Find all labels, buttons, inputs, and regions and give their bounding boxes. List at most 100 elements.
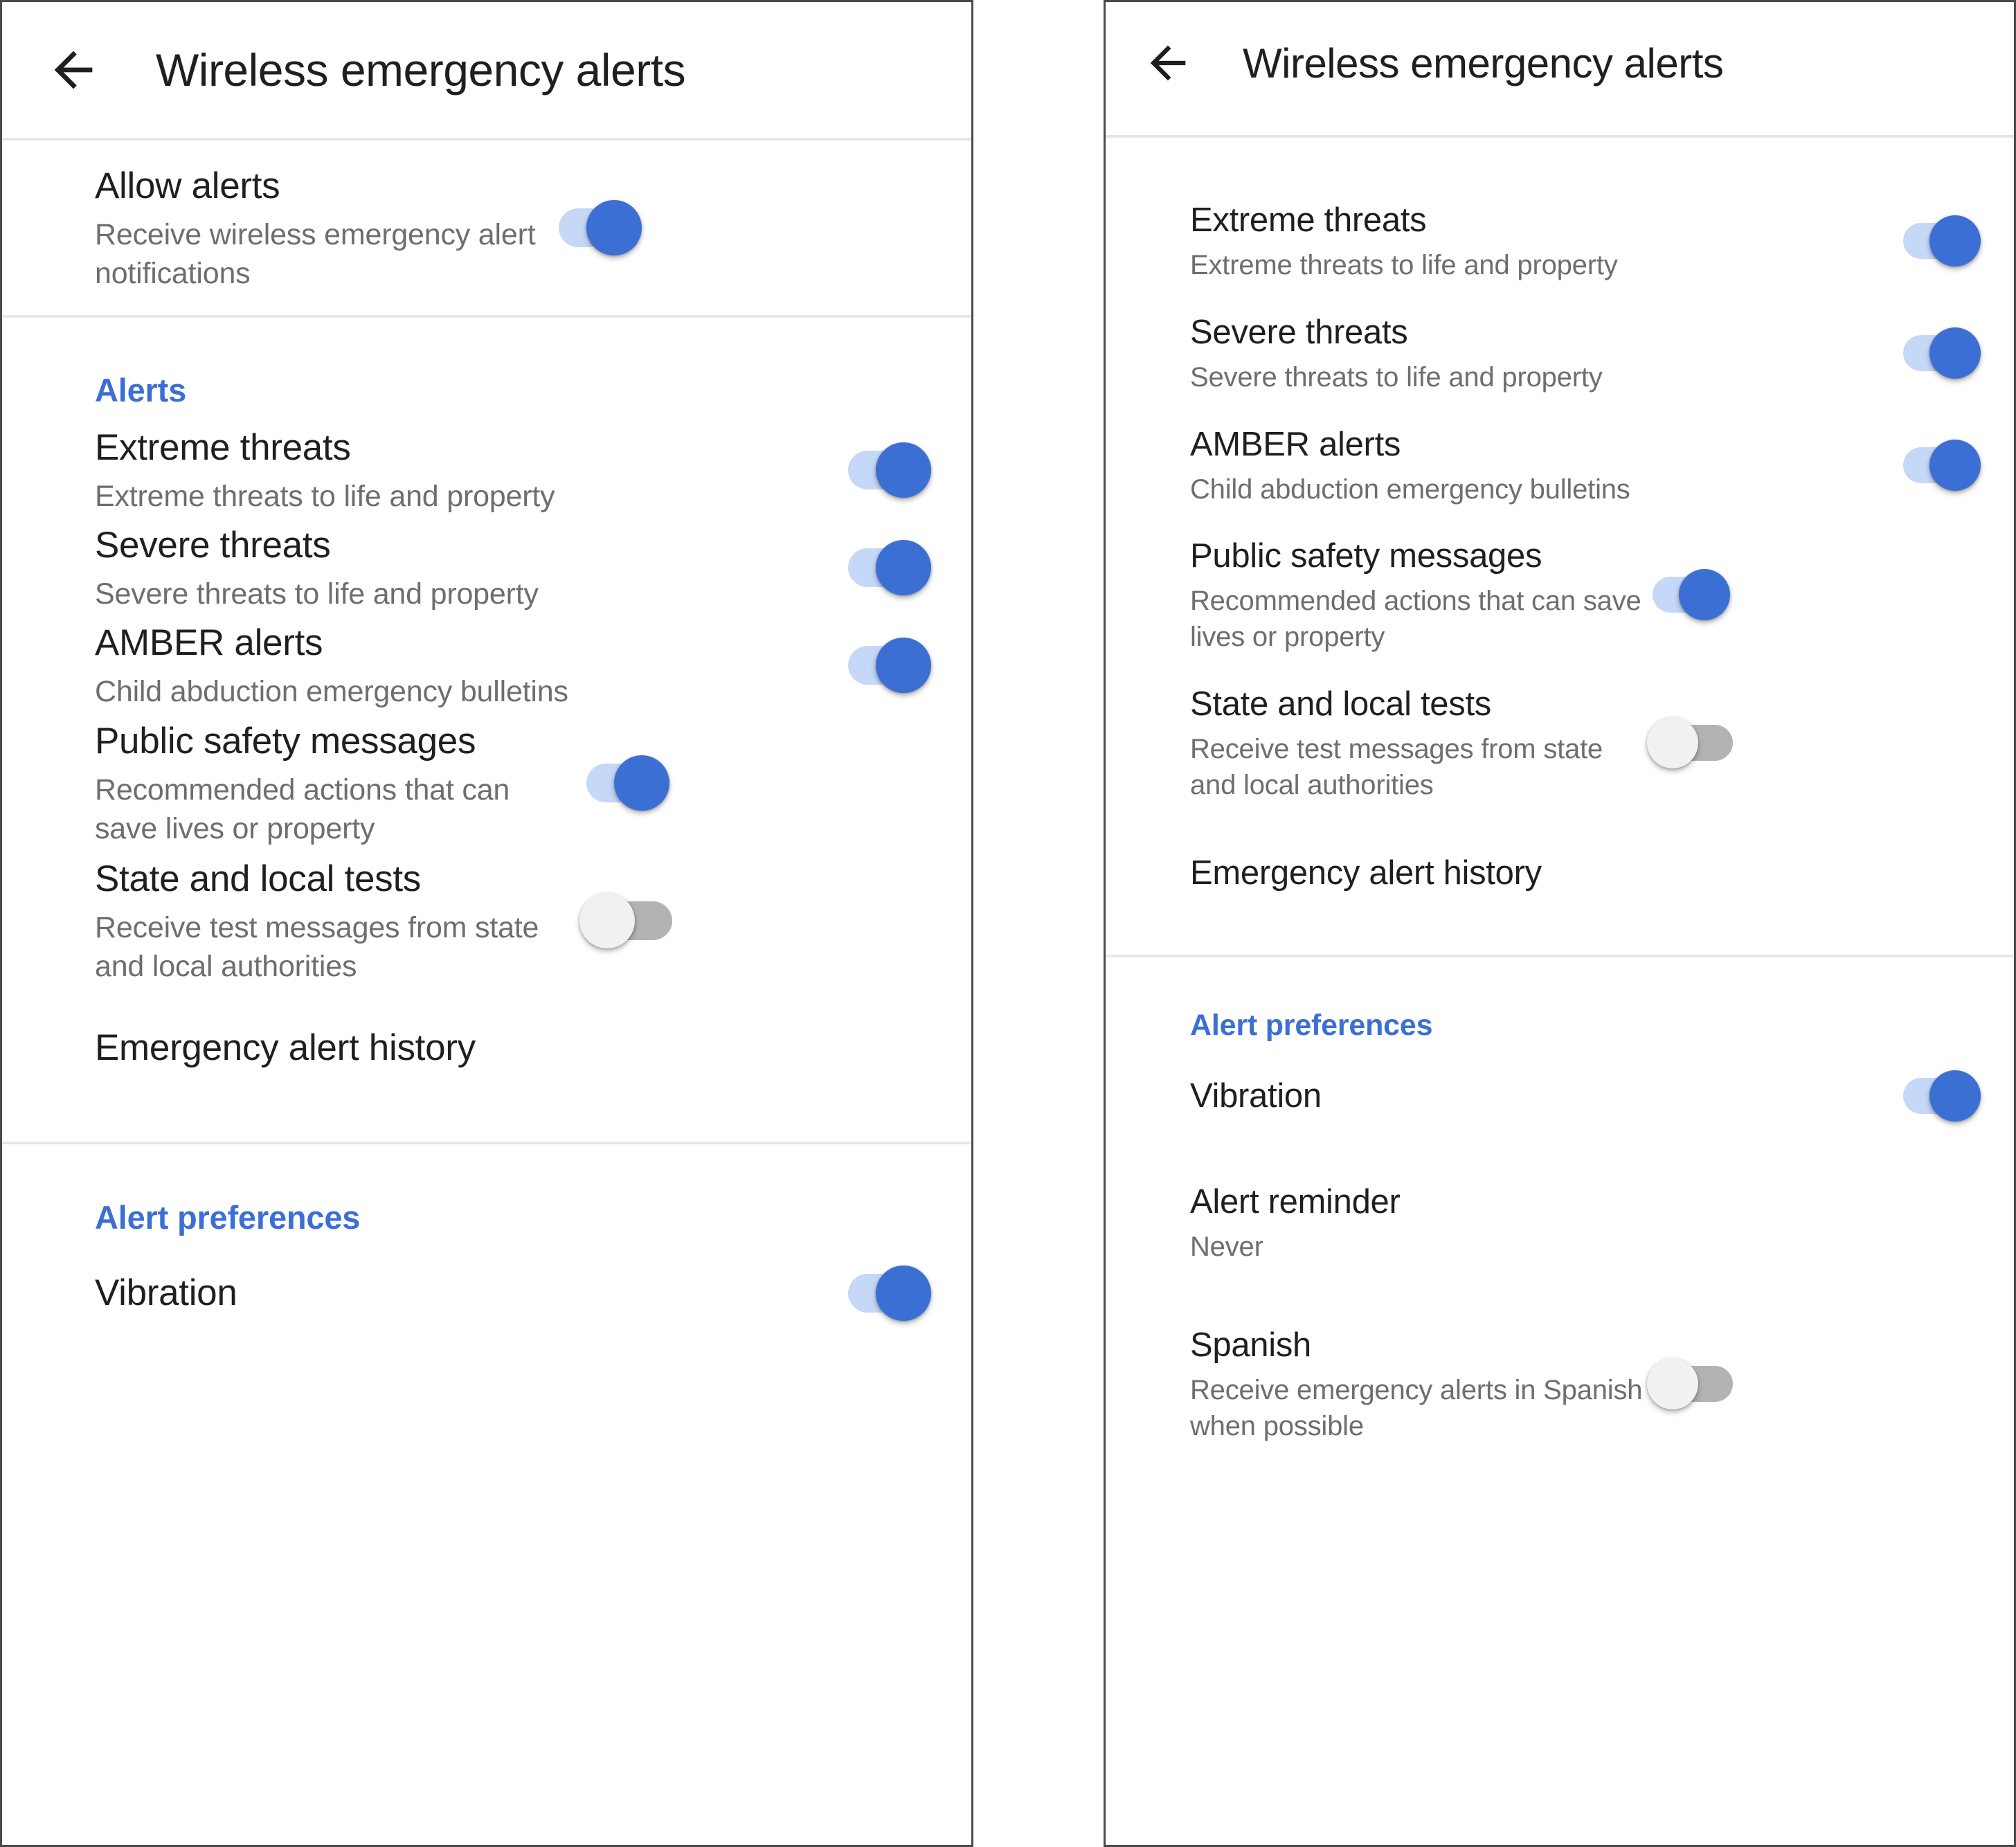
list-item-text: Allow alerts Receive wireless emergency …	[95, 163, 552, 293]
list-item-subtitle: Extreme threats to life and property	[1190, 250, 1618, 280]
list-item[interactable]: AMBER alerts Child abduction emergency b…	[1106, 413, 2014, 517]
list-item-text: Vibration	[95, 1270, 841, 1317]
list-item-text: Spanish Receive emergency alerts in Span…	[1190, 1324, 1647, 1444]
list-item-text: Alert reminder Never	[1190, 1180, 1981, 1265]
list-item[interactable]: Severe threats Severe threats to life an…	[2, 519, 971, 616]
toggle-amber-alerts[interactable]	[1898, 438, 1981, 493]
list-item-subtitle: Receive emergency alerts in Spanish when…	[1190, 1375, 1643, 1441]
list-item[interactable]: State and local tests Receive test messa…	[2, 852, 971, 989]
toggle-amber-alerts[interactable]	[841, 636, 931, 695]
toggle-thumb	[1929, 215, 1981, 267]
list-item-subtitle: Severe threats to life and property	[1190, 362, 1603, 393]
toggle-state-local-tests[interactable]	[579, 891, 672, 950]
settings-scroll-left[interactable]: Allow alerts Receive wireless emergency …	[2, 141, 971, 1337]
list-item-text: Public safety messages Recommended actio…	[1190, 534, 1647, 655]
list-item[interactable]: Severe threats Severe threats to life an…	[1106, 301, 2014, 405]
list-item-alert-reminder[interactable]: Alert reminder Never	[1106, 1171, 2014, 1274]
toggle-thumb	[876, 540, 931, 595]
list-item-text: AMBER alerts Child abduction emergency b…	[95, 620, 841, 711]
toggle-thumb	[876, 442, 931, 498]
list-item-text: Extreme threats Extreme threats to life …	[1190, 199, 1898, 283]
list-item[interactable]: State and local tests Receive test messa…	[1106, 674, 2014, 812]
toggle-thumb	[1647, 717, 1698, 768]
list-item-title: Extreme threats	[1190, 201, 1427, 239]
list-item-title: Public safety messages	[1190, 537, 1542, 575]
list-item-emergency-alert-history[interactable]: Emergency alert history	[1106, 827, 2014, 919]
toggle-state-local-tests[interactable]	[1647, 715, 1733, 771]
toggle-vibration[interactable]	[1898, 1068, 1981, 1124]
list-item-title: AMBER alerts	[1190, 426, 1401, 463]
toggle-public-safety-messages[interactable]	[579, 753, 669, 813]
list-item-emergency-alert-history[interactable]: Emergency alert history	[2, 998, 971, 1099]
list-item-subtitle: Receive test messages from state and loc…	[95, 911, 539, 983]
list-item-text: Extreme threats Extreme threats to life …	[95, 424, 841, 516]
toggle-extreme-threats[interactable]	[841, 440, 931, 500]
list-item-text: AMBER alerts Child abduction emergency b…	[1190, 423, 1898, 507]
list-item-title: Allow alerts	[95, 165, 280, 206]
list-item-text: Severe threats Severe threats to life an…	[95, 522, 841, 613]
list-item-subtitle: Child abduction emergency bulletins	[95, 675, 568, 708]
list-item-title: Severe threats	[1190, 314, 1408, 351]
phone-screen-left: Wireless emergency alerts Allow alerts R…	[0, 0, 973, 1847]
list-item[interactable]: AMBER alerts Child abduction emergency b…	[2, 617, 971, 714]
toggle-severe-threats[interactable]	[841, 538, 931, 597]
list-item[interactable]: Vibration	[2, 1250, 971, 1337]
scrolled-off-row: Allow alerts	[1106, 124, 2014, 135]
list-item[interactable]: Allow alerts Receive wireless emergency …	[2, 141, 971, 315]
toggle-thumb	[1929, 440, 1981, 491]
list-item-title: State and local tests	[1190, 685, 1491, 723]
list-item-title: Extreme threats	[95, 427, 351, 468]
section-header-alerts: Alerts	[95, 372, 187, 408]
toggle-severe-threats[interactable]	[1898, 325, 1981, 381]
list-item-title: Public safety messages	[95, 721, 476, 762]
toggle-thumb	[586, 200, 642, 255]
app-bar-divider	[1106, 135, 2014, 138]
toggle-thumb	[1929, 327, 1981, 379]
section-header-alert-preferences: Alert preferences	[1190, 1009, 1433, 1042]
list-item-subtitle: Recommended actions that can save lives …	[1190, 586, 1641, 652]
toggle-thumb	[1679, 569, 1730, 620]
list-item-subtitle: Child abduction emergency bulletins	[1190, 474, 1630, 505]
list-item-text: Vibration	[1190, 1074, 1898, 1117]
list-item-subtitle: Severe threats to life and property	[95, 577, 539, 611]
section-header-alert-preferences: Alert preferences	[95, 1199, 361, 1236]
list-item-text: State and local tests Receive test messa…	[1190, 683, 1647, 803]
toggle-thumb	[876, 638, 931, 693]
scrolled-off-row-text: Allow alerts	[1190, 124, 1364, 131]
toggle-allow-alerts[interactable]	[552, 198, 642, 258]
list-item[interactable]: Spanish Receive emergency alerts in Span…	[1106, 1315, 2014, 1453]
toggle-public-safety-messages[interactable]	[1647, 567, 1730, 622]
list-item-title: Vibration	[1190, 1077, 1322, 1115]
list-item-title: AMBER alerts	[95, 622, 323, 663]
screenshot-stage: Wireless emergency alerts Allow alerts R…	[0, 0, 2016, 1847]
toggle-extreme-threats[interactable]	[1898, 213, 1981, 269]
list-item[interactable]: Public safety messages Recommended actio…	[2, 714, 971, 852]
list-item-subtitle: Receive wireless emergency alert notific…	[95, 218, 536, 290]
list-item-text: Emergency alert history	[1190, 852, 1981, 894]
settings-scroll-right[interactable]: Extreme threats Extreme threats to life …	[1106, 189, 2014, 1453]
phone-screen-right: Wireless emergency alerts Allow alerts E…	[1104, 0, 2016, 1847]
list-item-title: Emergency alert history	[1190, 854, 1542, 892]
list-item-text: Public safety messages Recommended actio…	[95, 718, 579, 848]
list-item-title: Alert reminder	[1190, 1183, 1401, 1220]
list-item[interactable]: Vibration	[1106, 1054, 2014, 1137]
list-item-value: Never	[1190, 1232, 1263, 1262]
toggle-spanish[interactable]	[1647, 1356, 1733, 1412]
toggle-thumb	[579, 893, 635, 948]
list-item-text: Emergency alert history	[95, 1025, 931, 1072]
toggle-thumb	[1647, 1358, 1698, 1409]
page-title: Wireless emergency alerts	[1243, 39, 1724, 87]
app-bar-left: Wireless emergency alerts	[2, 2, 971, 138]
toggle-thumb	[1929, 1070, 1981, 1121]
arrow-left-icon[interactable]	[45, 42, 102, 98]
list-item[interactable]: Extreme threats Extreme threats to life …	[1106, 189, 2014, 293]
toggle-vibration[interactable]	[841, 1263, 931, 1323]
list-item-subtitle: Receive test messages from state and loc…	[1190, 734, 1603, 800]
list-item[interactable]: Extreme threats Extreme threats to life …	[2, 422, 971, 519]
app-bar-right: Wireless emergency alerts	[1106, 2, 2014, 124]
list-item[interactable]: Public safety messages Recommended actio…	[1106, 525, 2014, 664]
list-item-subtitle: Recommended actions that can save lives …	[95, 773, 510, 845]
toggle-thumb	[876, 1265, 931, 1321]
arrow-left-icon[interactable]	[1142, 37, 1194, 89]
list-item-title: Spanish	[1190, 1326, 1311, 1364]
